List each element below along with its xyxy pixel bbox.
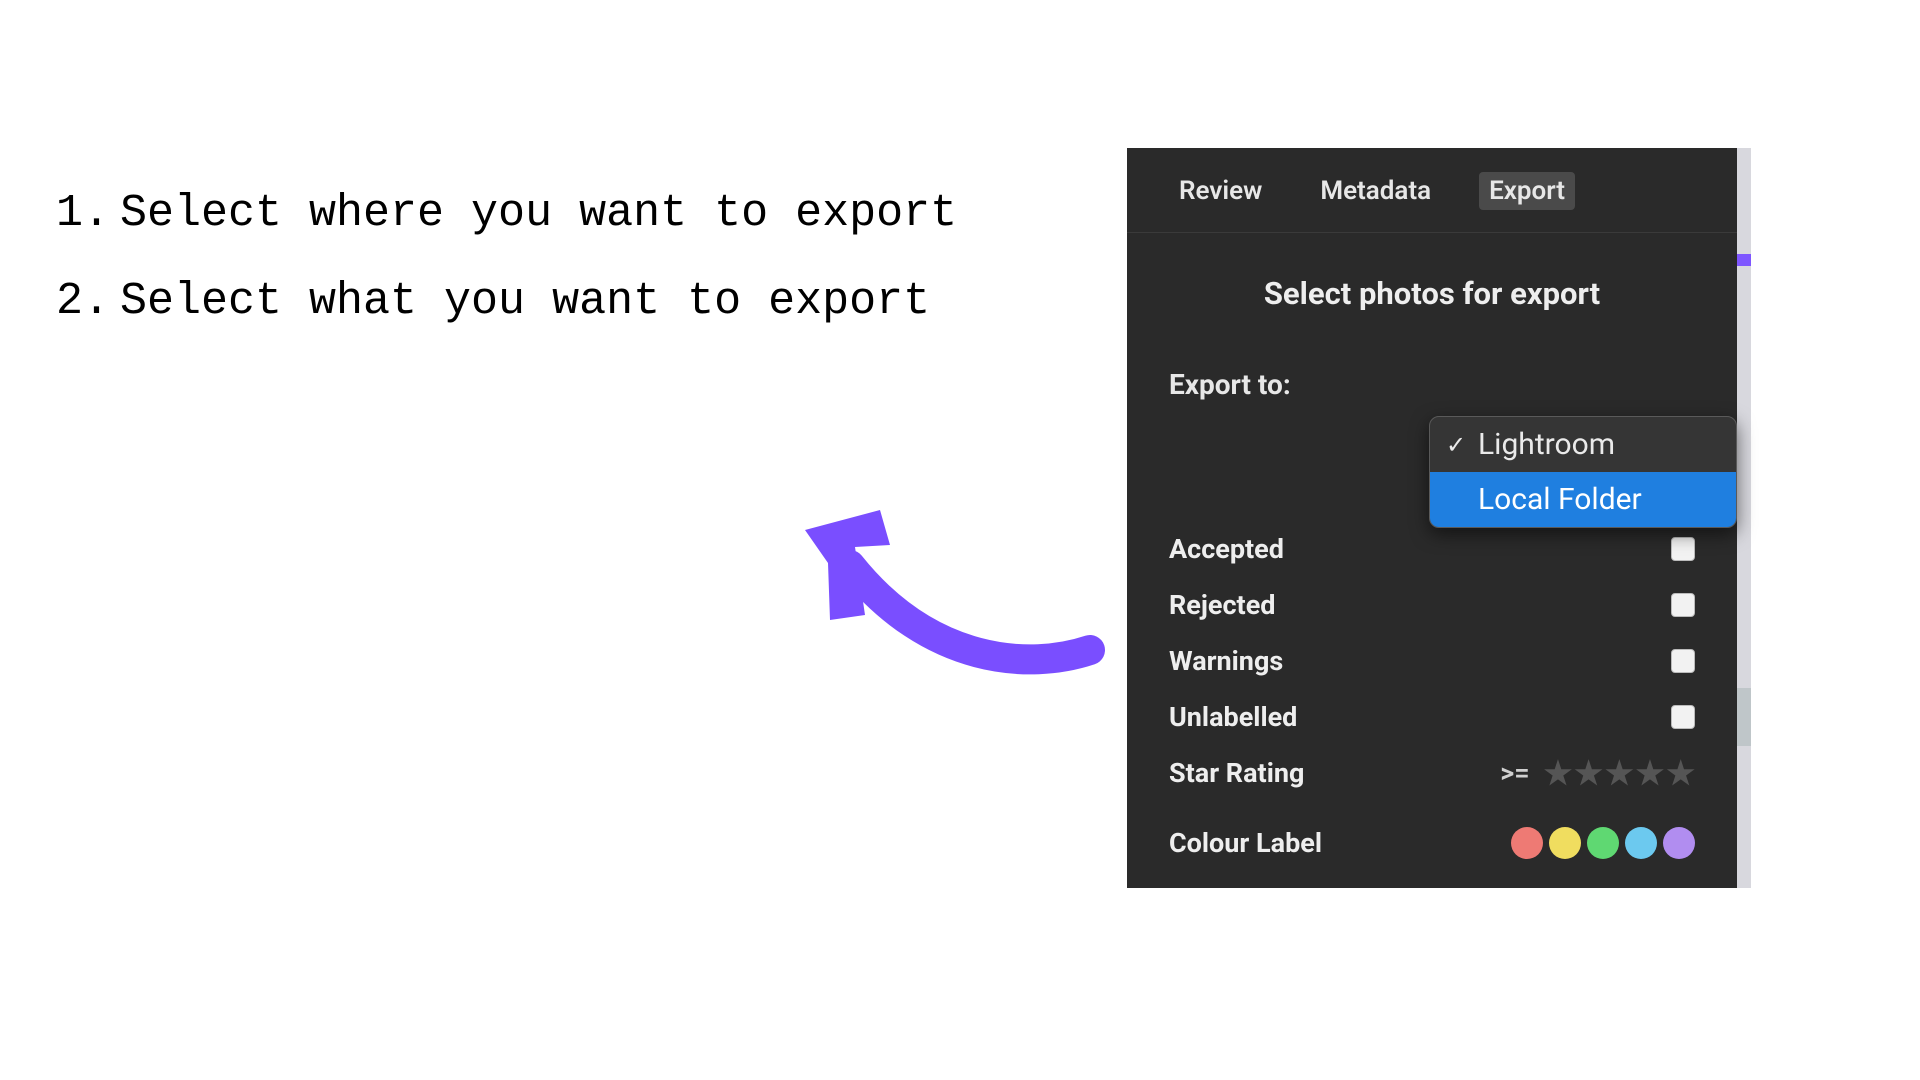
tab-export[interactable]: Export xyxy=(1479,172,1575,210)
filter-label: Colour Label xyxy=(1169,827,1322,859)
export-to-dropdown[interactable]: ✓ Lightroom ✓ Local Folder xyxy=(1429,416,1737,528)
dropdown-option-lightroom[interactable]: ✓ Lightroom xyxy=(1430,417,1736,472)
warnings-checkbox[interactable] xyxy=(1671,649,1695,673)
export-to-row: Export to: xyxy=(1127,322,1737,401)
panel-title: Select photos for export xyxy=(1127,233,1737,322)
star-icon[interactable]: ★ xyxy=(1605,757,1634,789)
rejected-checkbox[interactable] xyxy=(1671,593,1695,617)
star-icon[interactable]: ★ xyxy=(1666,757,1695,789)
instruction-text: Select what you want to export xyxy=(120,258,930,346)
star-icon[interactable]: ★ xyxy=(1636,757,1665,789)
star-rating-control[interactable]: >= ★ ★ ★ ★ ★ xyxy=(1500,757,1695,789)
instruction-number: 1. xyxy=(50,170,120,258)
colour-swatch-green[interactable] xyxy=(1587,827,1619,859)
panel-tabs: Review Metadata Export xyxy=(1127,148,1737,233)
checkmark-icon: ✓ xyxy=(1444,431,1468,459)
filter-row-colour-label: Colour Label xyxy=(1169,815,1695,871)
filter-row-warnings: Warnings xyxy=(1169,633,1695,689)
filter-row-rejected: Rejected xyxy=(1169,577,1695,633)
instruction-text: Select where you want to export xyxy=(120,170,957,258)
star-icon[interactable]: ★ xyxy=(1544,757,1573,789)
export-to-label: Export to: xyxy=(1169,368,1291,401)
instruction-item: 1. Select where you want to export xyxy=(50,170,957,258)
annotation-arrow-icon xyxy=(790,485,1110,705)
tab-review[interactable]: Review xyxy=(1169,172,1272,210)
filter-row-accepted: Accepted xyxy=(1169,521,1695,577)
star-rating-stars[interactable]: ★ ★ ★ ★ ★ xyxy=(1544,757,1695,789)
tab-metadata[interactable]: Metadata xyxy=(1310,172,1441,210)
accepted-checkbox[interactable] xyxy=(1671,537,1695,561)
filter-row-star-rating: Star Rating >= ★ ★ ★ ★ ★ xyxy=(1169,745,1695,801)
colour-swatch-purple[interactable] xyxy=(1663,827,1695,859)
dropdown-option-local-folder[interactable]: ✓ Local Folder xyxy=(1430,472,1736,527)
instruction-item: 2. Select what you want to export xyxy=(50,258,957,346)
gutter-accent xyxy=(1737,688,1751,746)
star-rating-operator: >= xyxy=(1500,757,1529,789)
export-panel: Review Metadata Export Select photos for… xyxy=(1127,148,1737,888)
colour-swatch-red[interactable] xyxy=(1511,827,1543,859)
filter-label: Unlabelled xyxy=(1169,701,1297,733)
filter-label: Accepted xyxy=(1169,533,1284,565)
gutter-accent xyxy=(1737,254,1751,266)
unlabelled-checkbox[interactable] xyxy=(1671,705,1695,729)
filter-label: Rejected xyxy=(1169,589,1275,621)
colour-label-swatches xyxy=(1511,827,1695,859)
colour-swatch-yellow[interactable] xyxy=(1549,827,1581,859)
filter-label: Warnings xyxy=(1169,645,1283,677)
filter-label: Star Rating xyxy=(1169,757,1304,789)
dropdown-option-label: Lightroom xyxy=(1478,427,1615,462)
filter-row-unlabelled: Unlabelled xyxy=(1169,689,1695,745)
dropdown-option-label: Local Folder xyxy=(1478,482,1642,517)
colour-swatch-blue[interactable] xyxy=(1625,827,1657,859)
instruction-number: 2. xyxy=(50,258,120,346)
instructions-list: 1. Select where you want to export 2. Se… xyxy=(50,170,957,346)
panel-right-gutter xyxy=(1737,148,1751,888)
star-icon[interactable]: ★ xyxy=(1574,757,1603,789)
